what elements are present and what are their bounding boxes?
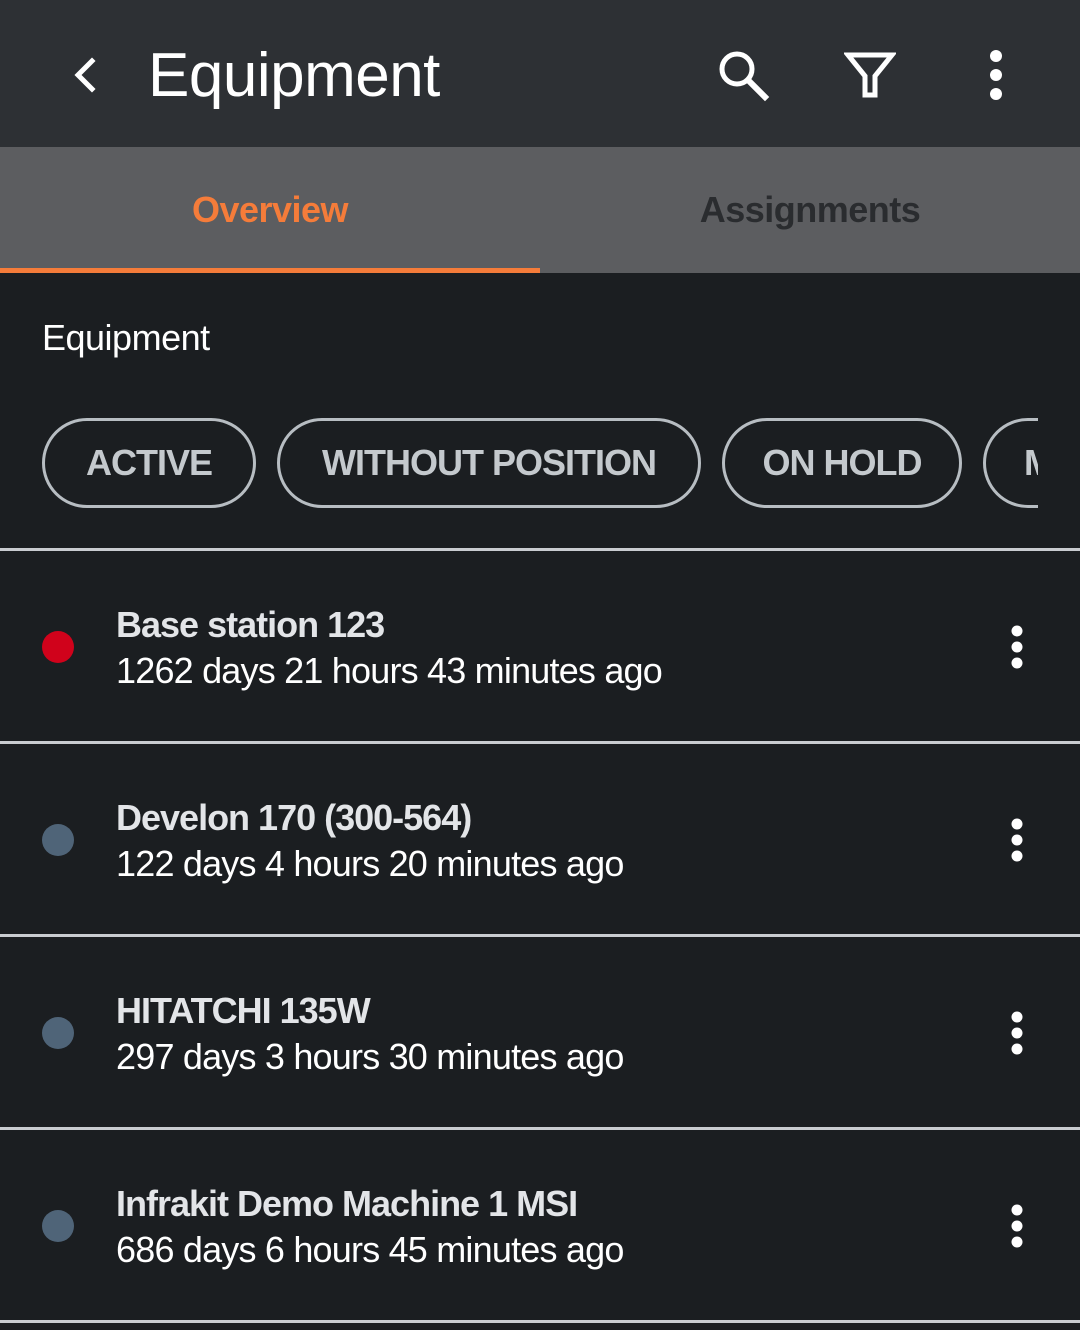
page-title: Equipment: [148, 41, 440, 110]
overflow-menu-button[interactable]: [961, 40, 1031, 110]
last-seen-text: 297 days 3 hours 30 minutes ago: [116, 1036, 624, 1077]
chip-on-hold[interactable]: ON HOLD: [722, 418, 962, 508]
filter-chips: ACTIVE WITHOUT POSITION ON HOLD M: [0, 418, 1038, 514]
equipment-list: Base station 123 1262 days 21 hours 43 m…: [0, 551, 1080, 1323]
equipment-name: Base station 123: [116, 604, 385, 645]
tab-assignments[interactable]: Assignments: [540, 147, 1080, 273]
item-menu-button[interactable]: [992, 1200, 1042, 1252]
equipment-name: Infrakit Demo Machine 1 MSI: [116, 1183, 578, 1224]
item-menu-button[interactable]: [992, 814, 1042, 866]
tab-overview[interactable]: Overview: [0, 147, 540, 273]
app-bar: Equipment: [0, 0, 1080, 147]
filter-button[interactable]: [835, 40, 905, 110]
chip-partial[interactable]: M: [983, 418, 1038, 508]
more-vertical-icon: [1011, 1011, 1023, 1055]
item-menu-button[interactable]: [992, 1007, 1042, 1059]
last-seen-text: 122 days 4 hours 20 minutes ago: [116, 843, 624, 884]
tab-indicator: [0, 268, 540, 273]
more-vertical-icon: [1011, 625, 1023, 669]
section-title: Equipment: [42, 317, 210, 358]
list-item[interactable]: Base station 123 1262 days 21 hours 43 m…: [0, 551, 1080, 744]
list-item[interactable]: HITATCHI 135W 297 days 3 hours 30 minute…: [0, 937, 1080, 1130]
equipment-name: Develon 170 (300-564): [116, 797, 472, 838]
list-item[interactable]: Develon 170 (300-564) 122 days 4 hours 2…: [0, 744, 1080, 937]
status-dot: [42, 824, 74, 856]
list-item[interactable]: Infrakit Demo Machine 1 MSI 686 days 6 h…: [0, 1130, 1080, 1323]
chip-without-position[interactable]: WITHOUT POSITION: [277, 418, 701, 508]
more-vertical-icon: [1011, 818, 1023, 862]
back-button[interactable]: [60, 50, 110, 100]
status-dot: [42, 1210, 74, 1242]
chevron-left-icon: [74, 57, 96, 93]
equipment-name: HITATCHI 135W: [116, 990, 371, 1031]
status-dot: [42, 1017, 74, 1049]
chip-active[interactable]: ACTIVE: [42, 418, 256, 508]
last-seen-text: 686 days 6 hours 45 minutes ago: [116, 1229, 624, 1270]
last-seen-text: 1262 days 21 hours 43 minutes ago: [116, 650, 663, 691]
item-menu-button[interactable]: [992, 621, 1042, 673]
search-button[interactable]: [708, 40, 778, 110]
search-icon: [719, 51, 770, 102]
tab-bar: Overview Assignments: [0, 147, 1080, 273]
more-vertical-icon: [990, 50, 1002, 100]
status-dot: [42, 631, 74, 663]
more-vertical-icon: [1011, 1204, 1023, 1248]
filter-icon: [844, 52, 896, 98]
